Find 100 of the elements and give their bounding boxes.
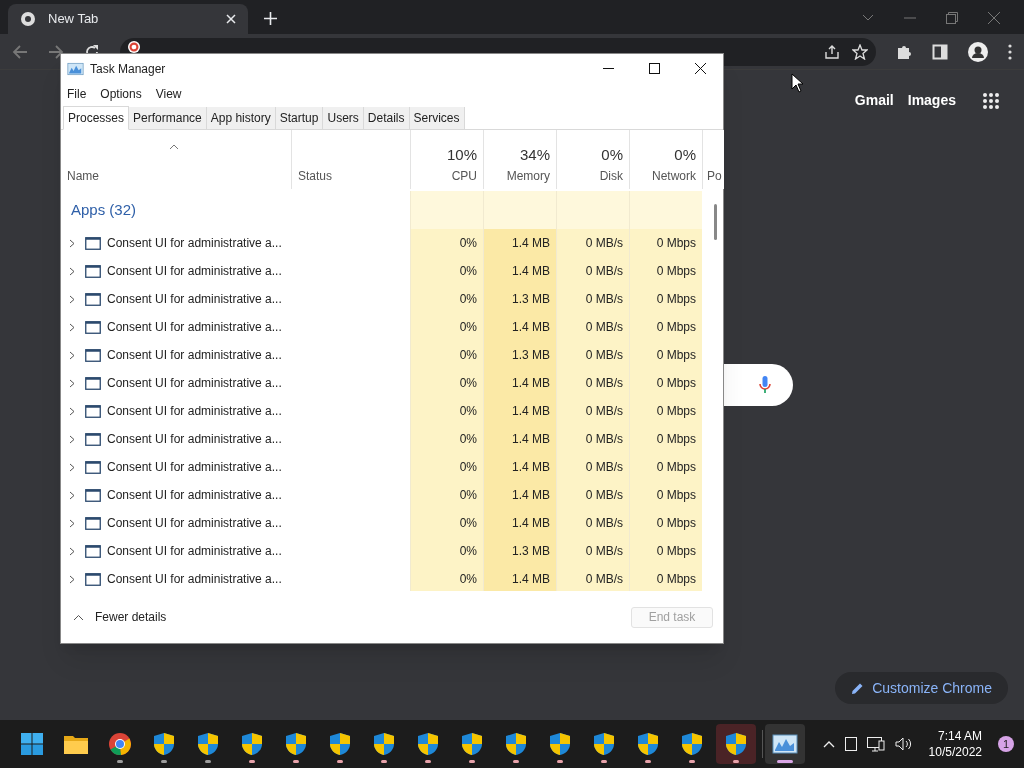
expand-chevron-icon[interactable] — [69, 434, 75, 444]
table-cell: 0 Mbps — [629, 481, 702, 509]
tab[interactable]: Processes — [63, 106, 130, 130]
shield-icon — [417, 732, 439, 756]
column-header[interactable]: Status — [291, 130, 410, 189]
network-icon[interactable] — [866, 736, 885, 752]
table-cell: 1.4 MB — [483, 425, 556, 453]
microphone-icon[interactable] — [759, 376, 771, 394]
expand-chevron-icon[interactable] — [69, 238, 75, 248]
expand-chevron-icon[interactable] — [69, 518, 75, 528]
notification-count[interactable]: 1 — [998, 736, 1014, 752]
table-cell: 0 MB/s — [556, 397, 629, 425]
header-link[interactable]: Gmail — [854, 90, 894, 111]
table-cell: 0 MB/s — [556, 565, 629, 591]
table-cell: 0 MB/s — [556, 313, 629, 341]
process-name: Consent UI for administrative a... — [107, 571, 282, 588]
column-header[interactable]: 34% Memory — [483, 130, 556, 189]
table-cell: 0 Mbps — [629, 313, 702, 341]
expand-chevron-icon[interactable] — [69, 350, 75, 360]
table-cell: 0 Mbps — [629, 425, 702, 453]
side-panel-icon[interactable] — [932, 43, 948, 60]
process-name: Consent UI for administrative a... — [107, 263, 282, 280]
column-header[interactable]: Po — [702, 130, 724, 189]
window-icon — [85, 460, 101, 474]
expand-chevron-icon[interactable] — [69, 490, 75, 500]
more-icon[interactable] — [1008, 43, 1012, 60]
table-cell: 0% — [410, 285, 483, 313]
window-icon — [85, 544, 101, 558]
expand-chevron-icon[interactable] — [69, 294, 75, 304]
customize-chrome-button[interactable]: Customize Chrome — [835, 672, 1008, 704]
vertical-scrollbar[interactable] — [714, 204, 717, 240]
menu-item[interactable]: Options — [100, 85, 142, 103]
table-cell: 1.4 MB — [483, 453, 556, 481]
table-cell: 1.4 MB — [483, 397, 556, 425]
table-cell: 0 MB/s — [556, 509, 629, 537]
fewer-details-link[interactable]: Fewer details — [95, 608, 631, 626]
clock-time: 7:14 AM — [937, 728, 982, 744]
process-name: Consent UI for administrative a... — [107, 403, 282, 420]
shield-icon — [505, 732, 527, 756]
column-header[interactable]: 0% Network — [629, 130, 702, 189]
star-icon[interactable] — [852, 43, 868, 60]
tablet-icon[interactable] — [844, 737, 857, 751]
profile-icon[interactable] — [968, 41, 988, 62]
browser-tab[interactable]: New Tab — [8, 4, 248, 34]
column-header[interactable]: Name — [61, 130, 291, 189]
table-cell: 0 Mbps — [629, 565, 702, 591]
taskbar-app[interactable] — [765, 724, 805, 764]
process-name: Consent UI for administrative a... — [107, 487, 282, 504]
window-icon — [85, 488, 101, 502]
tab-title: New Tab — [48, 10, 100, 29]
column-usage: 0% — [674, 145, 696, 165]
table-cell: 0 Mbps — [629, 341, 702, 369]
column-header[interactable]: 10% CPU — [410, 130, 483, 189]
expand-chevron-icon[interactable] — [69, 462, 75, 472]
process-name: Consent UI for administrative a... — [107, 375, 282, 392]
expand-chevron-icon[interactable] — [69, 406, 75, 416]
tab[interactable]: Details — [363, 107, 410, 129]
column-usage: 0% — [601, 145, 623, 165]
window-title: Task Manager — [90, 60, 167, 78]
clock-date: 10/5/2022 — [928, 744, 982, 760]
share-icon[interactable] — [824, 43, 840, 60]
expand-chevron-icon[interactable] — [69, 378, 75, 388]
expand-chevron-icon[interactable] — [69, 322, 75, 332]
process-name: Consent UI for administrative a... — [107, 515, 282, 532]
expand-chevron-icon[interactable] — [69, 546, 75, 556]
back-arrow-icon[interactable] — [12, 43, 28, 60]
group-heading: Apps (32) — [71, 199, 137, 220]
chevron-down-icon[interactable] — [862, 14, 874, 22]
expand-chevron-icon[interactable] — [69, 266, 75, 276]
expand-chevron-icon[interactable] — [69, 574, 75, 584]
tab[interactable]: App history — [206, 107, 276, 129]
process-name: Consent UI for administrative a... — [107, 459, 282, 476]
tab[interactable]: Performance — [129, 107, 207, 129]
tab[interactable]: Services — [409, 107, 465, 129]
speaker-icon[interactable] — [894, 737, 913, 751]
window-icon — [85, 432, 101, 446]
tab[interactable]: Users — [323, 107, 364, 129]
forward-arrow-icon[interactable] — [48, 43, 64, 60]
shield-icon — [725, 732, 747, 756]
table-cell: 1.4 MB — [483, 257, 556, 285]
header-link[interactable]: Images — [907, 90, 956, 111]
taskbar-app[interactable] — [716, 724, 756, 764]
table-cell: 1.4 MB — [483, 481, 556, 509]
menu-item[interactable]: View — [155, 85, 182, 103]
mouse-pointer-icon — [791, 73, 803, 93]
table-cell: 0% — [410, 565, 483, 591]
puzzle-icon[interactable] — [896, 43, 912, 60]
column-header[interactable]: 0% Disk — [556, 130, 629, 189]
menu-item[interactable]: File — [67, 85, 87, 103]
apps-grid-icon[interactable] — [982, 91, 1000, 110]
folder-icon — [63, 733, 89, 755]
column-usage: 34% — [519, 145, 550, 165]
tab[interactable]: Startup — [275, 107, 324, 129]
table-cell: 0 Mbps — [629, 229, 702, 257]
plus-icon[interactable] — [264, 12, 277, 25]
table-cell: 0% — [410, 425, 483, 453]
chevron-up-icon[interactable] — [73, 613, 84, 621]
process-name: Consent UI for administrative a... — [107, 347, 282, 364]
process-name: Consent UI for administrative a... — [107, 235, 282, 252]
restore-icon[interactable] — [946, 12, 958, 24]
